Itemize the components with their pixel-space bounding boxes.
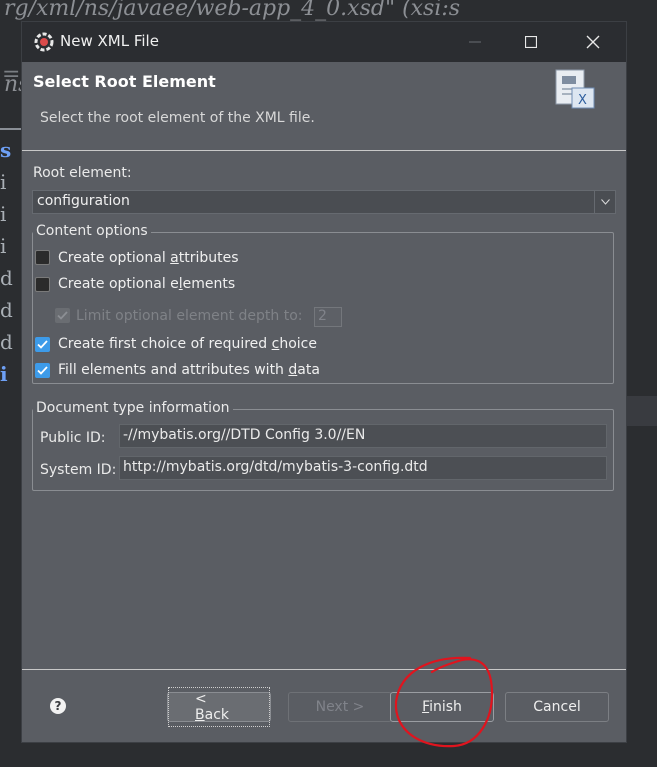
background-separator xyxy=(0,128,22,130)
minimize-button[interactable] xyxy=(452,22,498,62)
public-id-label: Public ID: xyxy=(40,430,106,446)
create-optional-elements-label[interactable]: Create optional elements xyxy=(58,276,235,292)
maximize-icon xyxy=(525,36,537,48)
back-button-label: < Back xyxy=(168,687,270,727)
background-code-line: rg/xml/ns/javaee/web-app_4_0.xsd" (xsi:s xyxy=(4,0,461,21)
gutter-letter: d xyxy=(0,266,13,290)
maximize-button[interactable] xyxy=(508,22,554,62)
checkmark-icon xyxy=(37,366,48,375)
create-optional-elements-checkbox[interactable] xyxy=(35,277,50,292)
gutter-letter: s xyxy=(0,138,12,162)
gutter-letter: i xyxy=(0,362,8,386)
wizard-header: Select Root Element Select the root elem… xyxy=(22,62,626,150)
next-button[interactable]: Next > xyxy=(288,692,392,722)
public-id-field[interactable]: -//mybatis.org//DTD Config 3.0//EN xyxy=(119,424,607,448)
checkmark-icon xyxy=(37,340,48,349)
fill-with-data-label[interactable]: Fill elements and attributes with data xyxy=(58,362,320,378)
svg-text:X: X xyxy=(578,93,587,108)
root-element-value: configuration xyxy=(37,193,130,209)
window-titlebar: New XML File xyxy=(22,22,626,62)
page-title: Select Root Element xyxy=(33,72,216,91)
first-choice-label[interactable]: Create first choice of required choice xyxy=(58,336,317,352)
page-description: Select the root element of the XML file. xyxy=(40,110,315,126)
minimize-icon xyxy=(469,41,481,43)
first-choice-checkbox[interactable] xyxy=(35,337,50,352)
window-title: New XML File xyxy=(60,32,159,50)
eclipse-app-icon xyxy=(34,32,54,52)
root-element-label: Root element: xyxy=(33,165,132,181)
gutter-letter: d xyxy=(0,298,13,322)
red-annotation-circle xyxy=(394,656,494,748)
fill-with-data-checkbox[interactable] xyxy=(35,363,50,378)
depth-input[interactable]: 2 xyxy=(314,307,342,327)
background-code-equals: = xyxy=(2,62,21,87)
gutter-letter: d xyxy=(0,330,13,354)
help-icon[interactable]: ? xyxy=(50,698,66,714)
root-element-select[interactable]: configuration xyxy=(32,190,616,214)
xml-wizard-icon: X xyxy=(555,69,595,109)
limit-depth-checkbox[interactable] xyxy=(55,308,70,323)
checkmark-icon xyxy=(57,311,68,320)
back-button[interactable]: < Back xyxy=(167,687,271,727)
cancel-button[interactable]: Cancel xyxy=(505,692,609,722)
gutter-letter: i xyxy=(0,170,7,194)
gutter-letter: i xyxy=(0,202,7,226)
system-id-label: System ID: xyxy=(40,462,117,478)
limit-depth-label: Limit optional element depth to: xyxy=(76,308,303,324)
chevron-down-icon[interactable] xyxy=(594,191,615,213)
create-optional-attributes-label[interactable]: Create optional attributes xyxy=(58,250,239,266)
header-divider xyxy=(22,150,626,151)
close-icon xyxy=(586,35,600,49)
content-options-legend: Content options xyxy=(33,223,151,239)
editor-highlight-stripe xyxy=(625,396,657,426)
document-type-legend: Document type information xyxy=(33,400,233,416)
create-optional-attributes-checkbox[interactable] xyxy=(35,250,50,265)
gutter-letter: i xyxy=(0,234,7,258)
new-xml-file-dialog: New XML File Select Root Element Select … xyxy=(22,22,626,742)
system-id-field[interactable]: http://mybatis.org/dtd/mybatis-3-config.… xyxy=(119,456,607,480)
close-button[interactable] xyxy=(570,22,616,62)
footer-divider xyxy=(22,669,626,670)
